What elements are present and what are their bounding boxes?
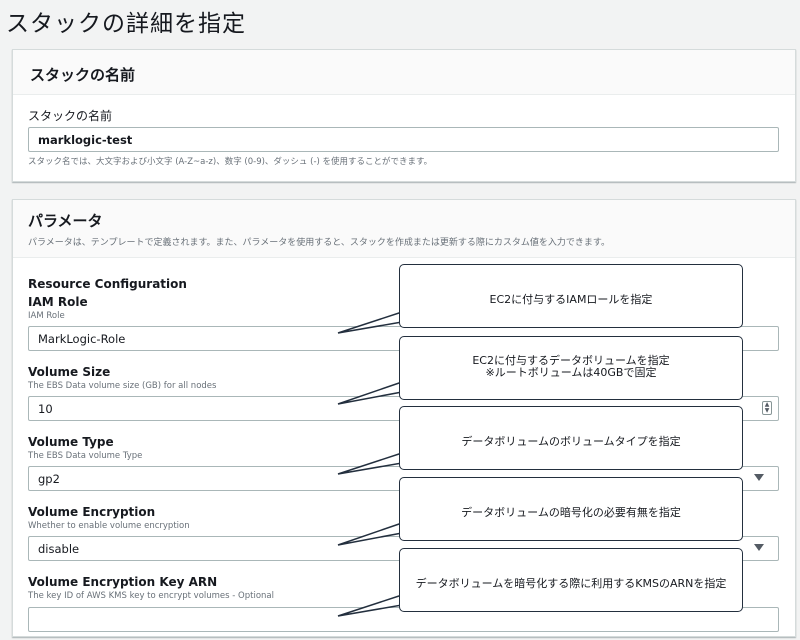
spinner-icon[interactable]: ▲ ▼ xyxy=(762,401,772,415)
chevron-down-icon xyxy=(754,544,764,551)
callout-iam-role: EC2に付与するIAMロールを指定 xyxy=(399,264,743,328)
volume-encryption-key-arn-label: Volume Encryption Key ARN xyxy=(28,575,218,589)
stack-name-label: スタックの名前 xyxy=(28,109,113,123)
parameters-panel-description: パラメータは、テンプレートで定義されます。また、パラメータを使用すると、スタック… xyxy=(28,238,611,248)
volume-encryption-field: Volume Encryption Whether to enable volu… xyxy=(28,505,190,531)
volume-type-field: Volume Type The EBS Data volume Type xyxy=(28,435,142,461)
parameters-panel-header: パラメータ パラメータは、テンプレートで定義されます。また、パラメータを使用する… xyxy=(13,200,795,258)
volume-encryption-label: Volume Encryption xyxy=(28,505,156,519)
stack-name-panel: スタックの名前 スタックの名前 marklogic-test スタック名では、大… xyxy=(12,49,796,182)
iam-role-description: IAM Role xyxy=(28,311,65,321)
volume-size-value: 10 xyxy=(38,402,53,416)
volume-type-value: gp2 xyxy=(38,472,60,486)
volume-type-label: Volume Type xyxy=(28,435,114,449)
volume-encryption-description: Whether to enable volume encryption xyxy=(28,521,190,531)
callout-volume-encryption-text: データボリュームの暗号化の必要有無を指定 xyxy=(461,506,681,519)
callout-iam-role-text: EC2に付与するIAMロールを指定 xyxy=(489,293,653,306)
callout-volume-type-text: データボリュームのボリュームタイプを指定 xyxy=(461,435,681,448)
volume-size-field: Volume Size The EBS Data volume size (GB… xyxy=(28,365,216,391)
stack-name-input[interactable]: marklogic-test xyxy=(28,127,779,152)
callout-key-arn-text: データボリュームを暗号化する際に利用するKMSのARNを指定 xyxy=(415,577,727,590)
callout-volume-size-note: ※ルートボリュームは40GBで固定 xyxy=(485,366,657,379)
volume-encryption-value: disable xyxy=(38,542,80,556)
volume-encryption-key-arn-description: The key ID of AWS KMS key to encrypt vol… xyxy=(28,591,274,601)
callout-volume-encryption: データボリュームの暗号化の必要有無を指定 xyxy=(399,477,743,541)
page-title: スタックの詳細を指定 xyxy=(6,11,246,37)
volume-type-description: The EBS Data volume Type xyxy=(28,451,143,461)
stack-name-panel-title: スタックの名前 xyxy=(30,66,136,84)
chevron-down-icon xyxy=(754,474,764,481)
callout-key-arn: データボリュームを暗号化する際に利用するKMSのARNを指定 xyxy=(399,548,743,612)
volume-encryption-key-arn-field: Volume Encryption Key ARN The key ID of … xyxy=(28,575,274,601)
callout-volume-type: データボリュームのボリュームタイプを指定 xyxy=(399,406,743,470)
parameters-panel-title: パラメータ xyxy=(28,212,103,230)
stack-name-hint: スタック名では、大文字および小文字 (A-Z~a-z)、数字 (0-9)、ダッシ… xyxy=(28,157,433,167)
volume-size-label: Volume Size xyxy=(28,365,111,379)
stack-name-panel-header: スタックの名前 xyxy=(13,50,795,95)
iam-role-field: IAM Role IAM Role xyxy=(28,295,88,321)
resource-configuration-heading: Resource Configuration xyxy=(28,277,187,291)
callout-volume-size: EC2に付与するデータボリュームを指定 ※ルートボリュームは40GBで固定 xyxy=(399,336,743,400)
volume-size-description: The EBS Data volume size (GB) for all no… xyxy=(28,381,217,391)
iam-role-label: IAM Role xyxy=(28,295,88,309)
